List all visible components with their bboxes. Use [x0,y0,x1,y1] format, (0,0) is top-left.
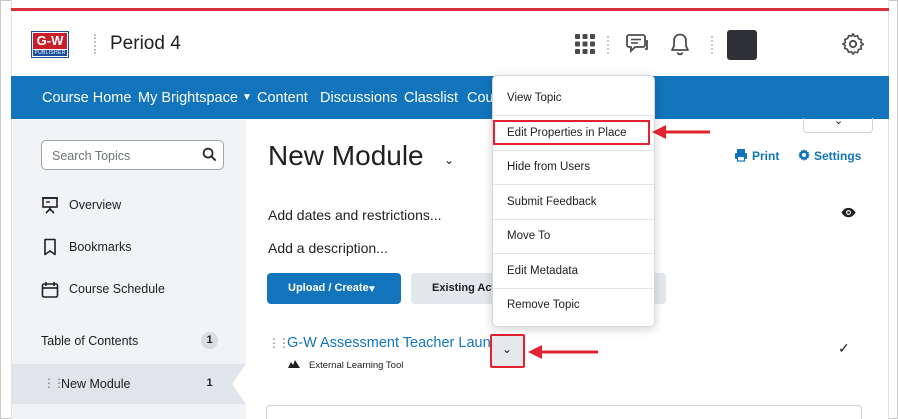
completed-check-icon: ✓ [838,340,850,356]
presentation-icon [42,197,58,214]
nav-discussions[interactable]: Discussions [320,90,397,106]
menu-item-edit-metadata[interactable]: Edit Metadata [493,254,654,289]
active-indicator-notch [232,364,246,404]
upload-create-label: Upload / Create [288,282,369,294]
nav-my-brightspace-label: My Brightspace [138,90,238,106]
collapse-panel-toggle[interactable]: ⌄ [803,115,873,133]
menu-item-remove-topic[interactable]: Remove Topic [493,288,654,323]
header-divider [94,34,96,54]
logo-bottom-text: PUBLISHER [33,50,67,56]
drag-handle-icon[interactable]: ⋮⋮ [43,376,65,390]
chevron-down-icon: ⌄ [502,342,513,356]
annotation-arrow-icon [652,125,710,139]
gear-icon[interactable] [841,32,865,56]
top-accent-bar [11,8,889,11]
module-count-badge: 1 [206,377,213,389]
notifications-bell-icon[interactable] [668,32,692,56]
search-icon[interactable] [202,147,217,162]
course-title[interactable]: Period 4 [110,33,181,55]
logo-top-text: G-W [33,33,67,49]
calendar-icon [41,282,59,298]
module-title[interactable]: New Module [268,140,424,172]
topic-context-menu: View Topic Edit Properties in Place Hide… [492,75,655,327]
header-separator [607,36,609,54]
nav-classlist[interactable]: Classlist [404,90,458,106]
bookmark-icon [44,238,56,256]
chevron-down-icon: ▼ [367,284,377,295]
sidebar-module-label: New Module [61,377,131,391]
annotation-highlight-box [493,120,650,145]
settings-button[interactable]: Settings [814,149,861,163]
add-dates-restrictions-link[interactable]: Add dates and restrictions... [268,207,442,223]
menu-item-submit-feedback[interactable]: Submit Feedback [493,185,654,220]
menu-item-move-to[interactable]: Move To [493,219,654,254]
print-icon [735,149,747,162]
topic-title-link[interactable]: G-W Assessment Teacher Launch [287,335,506,351]
sidebar-item-bookmarks[interactable]: Bookmarks [69,240,132,254]
table-of-contents-link[interactable]: Table of Contents [41,334,138,348]
topic-drag-handle-icon[interactable]: ⋮⋮ [268,336,290,350]
header-separator [711,36,713,54]
nav-course-truncated[interactable]: Cou [467,90,494,106]
add-description-link[interactable]: Add a description... [268,240,388,256]
publisher-logo[interactable]: G-W PUBLISHER [31,31,69,58]
visibility-eye-icon[interactable] [841,207,856,218]
nav-content[interactable]: Content [257,90,308,106]
app-grid-icon[interactable] [573,32,597,56]
sidebar-item-overview[interactable]: Overview [69,198,121,212]
settings-gear-icon [798,149,811,161]
annotation-arrow-icon [528,345,598,359]
nav-course-home[interactable]: Course Home [42,90,131,106]
menu-item-view-topic[interactable]: View Topic [493,81,654,116]
menu-item-hide-from-users[interactable]: Hide from Users [493,150,654,185]
sidebar-item-course-schedule[interactable]: Course Schedule [69,282,165,296]
nav-my-brightspace[interactable]: My Brightspace ▼ [138,90,252,106]
next-topic-card [266,405,862,419]
topic-type-label: External Learning Tool [309,360,404,371]
topic-context-menu-button[interactable]: ⌄ [490,334,525,368]
chevron-down-icon: ▼ [241,92,252,103]
search-placeholder: Search Topics [52,149,131,163]
messages-icon[interactable] [626,32,650,56]
user-avatar[interactable] [727,30,757,60]
external-tool-icon [288,360,300,368]
chevron-down-icon: ⌄ [834,115,844,127]
print-button[interactable]: Print [752,149,779,163]
upload-create-button[interactable]: Upload / Create ▼ [267,273,401,304]
toc-count-badge: 1 [201,332,218,349]
chevron-down-icon[interactable]: ⌄ [444,153,454,167]
